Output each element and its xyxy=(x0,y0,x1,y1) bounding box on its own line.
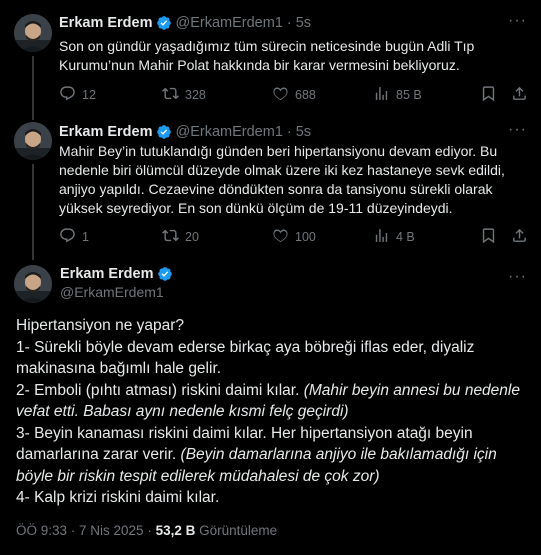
avatar[interactable] xyxy=(14,265,52,303)
views-icon xyxy=(373,85,396,105)
views-count: 4 B xyxy=(396,230,415,244)
share-icon xyxy=(511,85,534,105)
like-button[interactable]: 688 xyxy=(272,85,316,105)
like-button[interactable]: 100 xyxy=(272,227,316,247)
avatar[interactable] xyxy=(14,122,52,160)
reply-button[interactable]: 12 xyxy=(59,85,96,105)
author-name[interactable]: Erkam Erdem xyxy=(59,15,153,31)
main-tweet-text: Hipertansiyon ne yapar? 1- Sürekli böyle… xyxy=(16,315,528,509)
more-icon[interactable]: ··· xyxy=(508,121,527,139)
tweet-meta: ÖÖ 9:33 · 7 Nis 2025 · 53,2 B Görüntülem… xyxy=(16,523,277,538)
views-icon xyxy=(373,227,396,247)
author-name[interactable]: Erkam Erdem xyxy=(60,266,154,282)
views-count: 85 B xyxy=(396,88,422,102)
views-count: 53,2 B xyxy=(155,523,196,538)
more-icon[interactable]: ··· xyxy=(508,268,527,286)
verified-badge-icon xyxy=(157,266,173,282)
tweet-actions: 12 328 688 85 B xyxy=(59,85,529,105)
share-button[interactable] xyxy=(511,85,534,105)
verified-badge-icon xyxy=(156,15,172,31)
retweet-button[interactable]: 328 xyxy=(162,85,206,105)
author-handle[interactable]: @ErkamErdem1 xyxy=(176,15,283,31)
reply-count: 12 xyxy=(82,88,96,102)
thread-line xyxy=(32,56,34,120)
tweet-actions: 1 20 100 4 B xyxy=(59,227,529,247)
views-button[interactable]: 85 B xyxy=(373,85,422,105)
verified-badge-icon xyxy=(156,124,172,140)
like-icon xyxy=(272,227,295,247)
like-icon xyxy=(272,85,295,105)
author-handle[interactable]: @ErkamErdem1 xyxy=(60,284,164,300)
like-count: 688 xyxy=(295,88,316,102)
tweet-time[interactable]: 5s xyxy=(296,15,311,31)
bookmark-button[interactable] xyxy=(480,85,503,105)
reply-icon xyxy=(59,227,82,247)
point-3: 3- Beyin kanaması riskini daimi kılar. H… xyxy=(16,424,497,485)
like-count: 100 xyxy=(295,230,316,244)
reply-icon xyxy=(59,85,82,105)
tweet-text: Son on gündür yaşadığımız tüm sürecin ne… xyxy=(59,38,475,73)
tweet-text: Mahir Bey’in tutuklandığı günden beri hi… xyxy=(59,143,505,216)
bookmark-icon xyxy=(480,85,503,105)
avatar[interactable] xyxy=(14,14,52,52)
retweet-icon xyxy=(162,85,185,105)
thread-line xyxy=(32,164,34,260)
share-icon xyxy=(511,227,534,247)
tweet-timestamp[interactable]: ÖÖ 9:33 · 7 Nis 2025 · xyxy=(16,523,152,538)
bookmark-button[interactable] xyxy=(480,227,503,247)
author-name[interactable]: Erkam Erdem xyxy=(59,124,153,140)
point-1: 1- Sürekli böyle devam ederse birkaç aya… xyxy=(16,338,475,378)
views-label: Görüntüleme xyxy=(199,523,278,538)
tweet-time[interactable]: 5s xyxy=(296,124,311,140)
intro-line: Hipertansiyon ne yapar? xyxy=(16,317,185,334)
bookmark-icon xyxy=(480,227,503,247)
views-button[interactable]: 4 B xyxy=(373,227,415,247)
tweet-2[interactable]: Erkam Erdem @ErkamErdem1 · 5s ··· Mahir … xyxy=(0,112,541,260)
point-2: 2- Emboli (pıhtı atması) riskini daimi k… xyxy=(16,381,520,421)
retweet-count: 328 xyxy=(185,88,206,102)
reply-count: 1 xyxy=(82,230,89,244)
retweet-icon xyxy=(162,227,185,247)
reply-button[interactable]: 1 xyxy=(59,227,89,247)
retweet-count: 20 xyxy=(185,230,199,244)
more-icon[interactable]: ··· xyxy=(508,12,527,30)
share-button[interactable] xyxy=(511,227,534,247)
author-handle[interactable]: @ErkamErdem1 xyxy=(176,124,283,140)
retweet-button[interactable]: 20 xyxy=(162,227,199,247)
point-4: 4- Kalp krizi riskini daimi kılar. xyxy=(16,489,220,506)
tweet-1[interactable]: Erkam Erdem @ErkamErdem1 · 5s ··· Son on… xyxy=(0,0,541,120)
